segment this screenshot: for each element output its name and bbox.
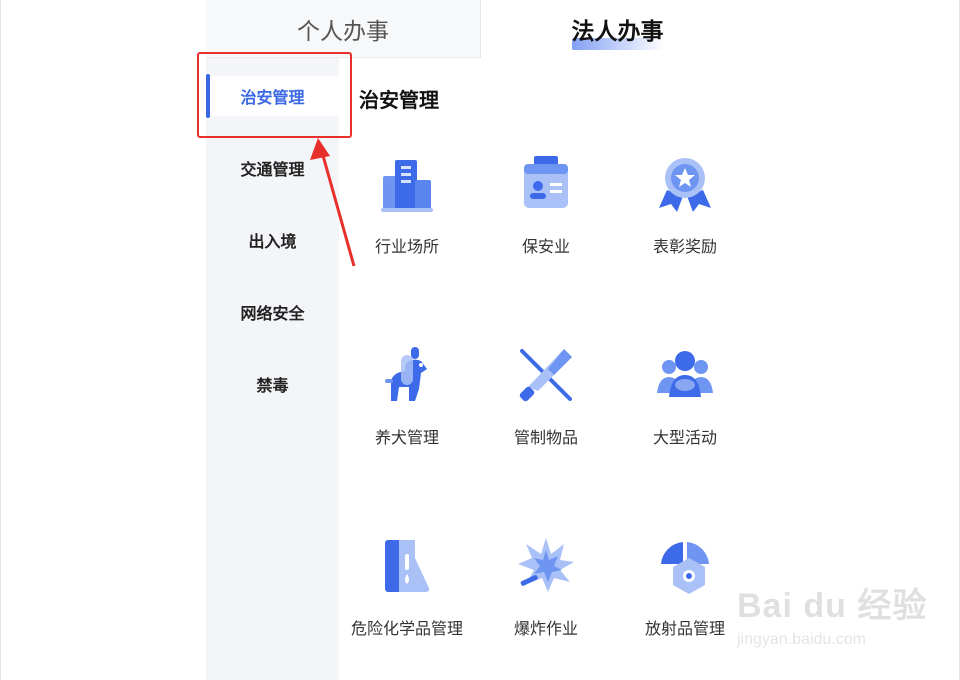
id-card-icon bbox=[524, 156, 568, 208]
app-frame: 个人办事 法人办事 治安管理 交通管理 出入境 网络安全 禁毒 治安管理 行业场… bbox=[0, 0, 960, 680]
service-label: 管制物品 bbox=[513, 428, 578, 447]
sidebar-item-label: 出入境 bbox=[248, 232, 297, 251]
service-label: 危险化学品管理 bbox=[350, 619, 463, 638]
sidebar-item-label: 治安管理 bbox=[240, 88, 305, 107]
sidebar-item-immigration[interactable]: 出入境 bbox=[206, 220, 339, 260]
tab-personal-label: 个人办事 bbox=[297, 18, 389, 45]
sidebar-item-traffic[interactable]: 交通管理 bbox=[206, 148, 339, 188]
service-security-guard[interactable]: 保安业 bbox=[486, 152, 606, 262]
service-label: 放射品管理 bbox=[644, 619, 725, 638]
service-awards[interactable]: 表彰奖励 bbox=[625, 152, 745, 262]
tab-bar: 个人办事 法人办事 bbox=[206, 0, 754, 58]
sidebar-item-cybersecurity[interactable]: 网络安全 bbox=[206, 292, 339, 332]
service-venue[interactable]: 行业场所 bbox=[347, 152, 467, 262]
sidebar-item-antidrug[interactable]: 禁毒 bbox=[206, 364, 339, 404]
service-label: 行业场所 bbox=[374, 237, 439, 256]
service-hazardous-chemicals[interactable]: 危险化学品管理 bbox=[347, 534, 467, 644]
crowd-icon bbox=[657, 351, 713, 397]
section-title: 治安管理 bbox=[359, 88, 439, 112]
sidebar-item-label: 交通管理 bbox=[240, 160, 305, 179]
tab-legal-label: 法人办事 bbox=[571, 19, 664, 45]
tab-personal[interactable]: 个人办事 bbox=[206, 0, 481, 58]
service-label: 保安业 bbox=[521, 237, 570, 256]
flask-icon bbox=[385, 540, 430, 592]
service-radioactive[interactable]: 放射品管理 bbox=[625, 534, 745, 644]
medal-icon bbox=[659, 158, 711, 212]
watermark-url: jingyan.baidu.com bbox=[737, 631, 866, 648]
service-dog[interactable]: 养犬管理 bbox=[347, 343, 467, 453]
active-indicator bbox=[206, 74, 210, 118]
service-blasting[interactable]: 爆炸作业 bbox=[486, 534, 606, 644]
service-label: 大型活动 bbox=[652, 428, 717, 447]
baidu-jingyan-watermark: Bai du 经验 jingyan.baidu.com bbox=[737, 578, 947, 668]
sidebar-item-security[interactable]: 治安管理 bbox=[206, 74, 339, 118]
sidebar-item-label: 禁毒 bbox=[256, 376, 289, 395]
building-icon bbox=[381, 160, 433, 212]
tab-legal-label-wrap: 法人办事 bbox=[571, 12, 664, 50]
radiation-icon bbox=[661, 542, 709, 594]
service-large-events[interactable]: 大型活动 bbox=[625, 343, 745, 453]
explosion-icon bbox=[518, 538, 574, 592]
service-controlled-items[interactable]: 管制物品 bbox=[486, 343, 606, 453]
watermark-logo: Bai du 经验 bbox=[737, 587, 928, 625]
service-label: 爆炸作业 bbox=[513, 619, 578, 638]
sidebar-item-label: 网络安全 bbox=[240, 304, 305, 323]
knife-icon bbox=[519, 349, 572, 402]
tab-legal[interactable]: 法人办事 bbox=[481, 0, 754, 58]
sidebar: 治安管理 交通管理 出入境 网络安全 禁毒 bbox=[206, 58, 339, 680]
service-label: 表彰奖励 bbox=[652, 237, 717, 256]
dog-icon bbox=[385, 347, 427, 401]
service-label: 养犬管理 bbox=[374, 428, 439, 447]
